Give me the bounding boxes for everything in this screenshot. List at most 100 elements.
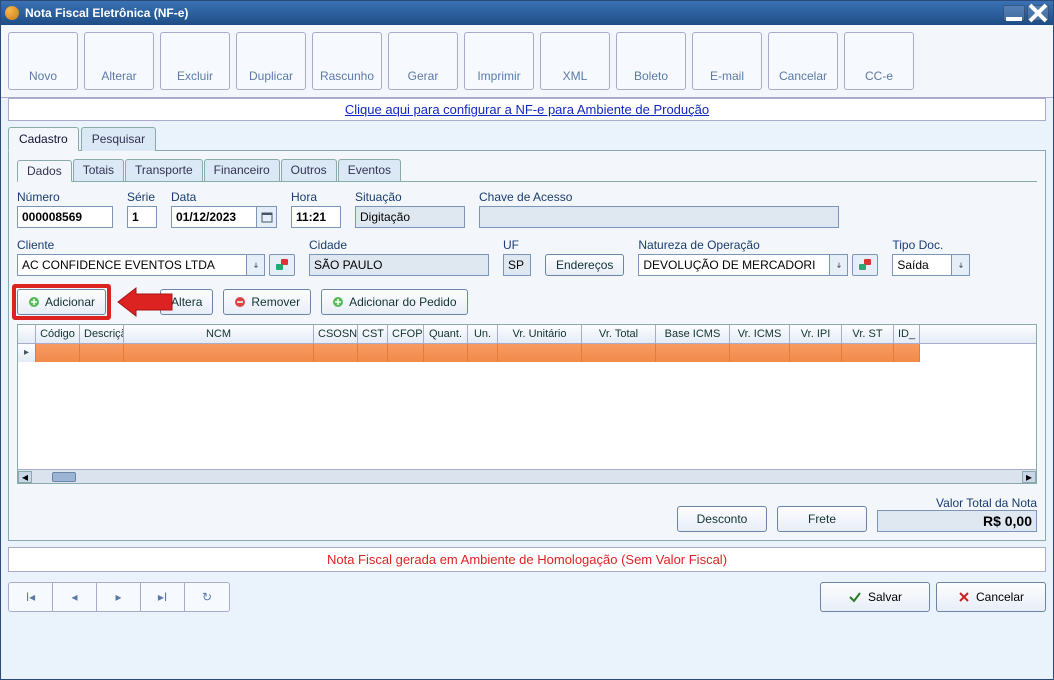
frete-button[interactable]: Frete — [777, 506, 867, 532]
cliente-label: Cliente — [17, 238, 295, 252]
config-link-bar: Clique aqui para configurar a NF-e para … — [8, 98, 1046, 121]
config-nfe-link[interactable]: Clique aqui para configurar a NF-e para … — [345, 102, 709, 117]
natureza-label: Natureza de Operação — [638, 238, 878, 252]
remover-label: Remover — [251, 295, 300, 309]
numero-input[interactable] — [17, 206, 113, 228]
excluir-button[interactable]: Excluir — [160, 32, 230, 90]
cancelar-button[interactable]: Cancelar — [768, 32, 838, 90]
serie-label: Série — [127, 190, 157, 204]
duplicar-button[interactable]: Duplicar — [236, 32, 306, 90]
salvar-button[interactable]: Salvar — [820, 582, 930, 612]
grid-col-header[interactable]: NCM — [124, 325, 314, 343]
salvar-label: Salvar — [868, 590, 902, 604]
rascunho-button[interactable]: Rascunho — [312, 32, 382, 90]
novo-button[interactable]: Novo — [8, 32, 78, 90]
grid-col-header[interactable]: Base ICMS — [656, 325, 730, 343]
cadastro-panel: Dados Totais Transporte Financeiro Outro… — [8, 151, 1046, 541]
hora-input[interactable] — [291, 206, 341, 228]
chave-display — [479, 206, 839, 228]
scroll-left-icon[interactable]: ◂ — [18, 471, 32, 483]
field-chave: Chave de Acesso — [479, 190, 839, 228]
desconto-button[interactable]: Desconto — [677, 506, 767, 532]
gerar-button[interactable]: Gerar — [388, 32, 458, 90]
grid-col-header[interactable]: ID_ — [894, 325, 920, 343]
grid-col-header[interactable]: CSOSN — [314, 325, 358, 343]
grid-col-header[interactable]: Un. — [468, 325, 498, 343]
main-toolbar: Novo Alterar Excluir Duplicar Rascunho G… — [1, 25, 1053, 98]
nav-last-button[interactable]: ▸I — [141, 583, 185, 611]
app-window: Nota Fiscal Eletrônica (NF-e) Novo Alter… — [0, 0, 1054, 680]
item-action-bar: Adicionar Altera Remover Adicionar do Pe… — [17, 286, 1037, 318]
nav-first-button[interactable]: I◂ — [9, 583, 53, 611]
cancelar-footer-button[interactable]: Cancelar — [936, 582, 1046, 612]
field-numero: Número — [17, 190, 113, 228]
imprimir-button[interactable]: Imprimir — [464, 32, 534, 90]
grid-h-scrollbar[interactable]: ◂ ▸ — [18, 469, 1036, 483]
cliente-lookup-button[interactable] — [269, 254, 295, 276]
items-grid[interactable]: CódigoDescriçãoNCMCSOSNCSTCFOPQuant.Un.V… — [17, 324, 1037, 484]
adicionar-highlight: Adicionar — [17, 289, 106, 315]
grid-col-header[interactable]: Vr. Unitário — [498, 325, 582, 343]
grid-col-header[interactable]: Vr. Total — [582, 325, 656, 343]
email-button[interactable]: E-mail — [692, 32, 762, 90]
grid-col-header[interactable]: CFOP — [388, 325, 424, 343]
grid-col-header[interactable]: Código — [36, 325, 80, 343]
xml-button[interactable]: XML — [540, 32, 610, 90]
x-icon — [958, 591, 970, 603]
subtab-dados[interactable]: Dados — [17, 160, 72, 182]
nav-prev-button[interactable]: ◂ — [53, 583, 97, 611]
close-button[interactable] — [1027, 5, 1049, 21]
field-cidade: Cidade — [309, 238, 489, 276]
calendar-icon[interactable] — [257, 206, 277, 228]
serie-input[interactable] — [127, 206, 157, 228]
alterar-button[interactable]: Alterar — [84, 32, 154, 90]
natureza-input[interactable] — [638, 254, 830, 276]
adicionar-label: Adicionar — [45, 295, 95, 309]
enderecos-button[interactable]: Endereços — [545, 254, 624, 276]
nav-next-button[interactable]: ▸ — [97, 583, 141, 611]
tab-cadastro[interactable]: Cadastro — [8, 127, 79, 151]
natureza-lookup-button[interactable] — [852, 254, 878, 276]
grid-empty-row[interactable]: ▸ — [18, 344, 1036, 362]
subtab-outros[interactable]: Outros — [281, 159, 337, 181]
field-data: Data — [171, 190, 277, 228]
subtab-transporte[interactable]: Transporte — [125, 159, 203, 181]
grid-col-header[interactable]: CST — [358, 325, 388, 343]
titlebar: Nota Fiscal Eletrônica (NF-e) — [1, 1, 1053, 25]
grid-col-header[interactable]: Vr. IPI — [790, 325, 842, 343]
footer-bar: I◂ ◂ ▸ ▸I ↻ Salvar Cancelar — [1, 572, 1053, 622]
situacao-display — [355, 206, 465, 228]
scroll-right-icon[interactable]: ▸ — [1022, 471, 1036, 483]
data-label: Data — [171, 190, 277, 204]
nav-refresh-button[interactable]: ↻ — [185, 583, 229, 611]
tipodoc-dropdown-icon[interactable] — [952, 254, 970, 276]
natureza-dropdown-icon[interactable] — [830, 254, 848, 276]
remover-item-button[interactable]: Remover — [223, 289, 311, 315]
grid-col-header[interactable]: Vr. ST — [842, 325, 894, 343]
subtab-eventos[interactable]: Eventos — [338, 159, 401, 181]
adicionar-pedido-button[interactable]: Adicionar do Pedido — [321, 289, 467, 315]
minimize-button[interactable] — [1003, 5, 1025, 21]
field-uf: UF — [503, 238, 531, 276]
record-nav-group: I◂ ◂ ▸ ▸I ↻ — [8, 582, 230, 612]
tab-pesquisar[interactable]: Pesquisar — [81, 127, 156, 151]
field-natureza: Natureza de Operação — [638, 238, 878, 276]
data-input[interactable] — [171, 206, 257, 228]
cliente-input[interactable] — [17, 254, 247, 276]
grid-col-header[interactable]: Vr. ICMS — [730, 325, 790, 343]
grid-col-header[interactable]: Quant. — [424, 325, 468, 343]
subtab-financeiro[interactable]: Financeiro — [204, 159, 280, 181]
red-arrow-icon — [114, 286, 174, 318]
cliente-dropdown-icon[interactable] — [247, 254, 265, 276]
grid-col-header[interactable]: Descrição — [80, 325, 124, 343]
scroll-thumb[interactable] — [52, 472, 76, 482]
add-pedido-label: Adicionar do Pedido — [349, 295, 456, 309]
grid-header: CódigoDescriçãoNCMCSOSNCSTCFOPQuant.Un.V… — [18, 325, 1036, 344]
cce-button[interactable]: CC-e — [844, 32, 914, 90]
boleto-button[interactable]: Boleto — [616, 32, 686, 90]
subtab-totais[interactable]: Totais — [73, 159, 124, 181]
adicionar-item-button[interactable]: Adicionar — [17, 289, 106, 315]
tipodoc-input[interactable] — [892, 254, 952, 276]
grid-col-header[interactable] — [18, 325, 36, 343]
total-field: Valor Total da Nota — [877, 496, 1037, 532]
